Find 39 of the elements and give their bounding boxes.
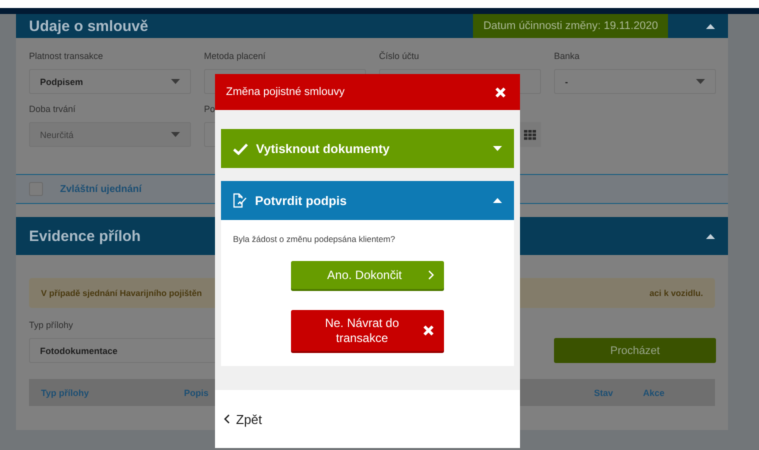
check-icon (233, 142, 248, 154)
column-header: Typ přílohy (41, 388, 90, 398)
chevron-right-icon (428, 270, 434, 280)
caret-icon[interactable] (493, 146, 502, 151)
checkbox-label: Zvláštní ujednání (60, 184, 142, 194)
effective-date-badge: Datum účinnosti změny: 19.11.2020 (473, 14, 668, 38)
accordion-header[interactable]: Vytisknout dokumenty (221, 129, 514, 168)
confirm-button[interactable]: Ano. Dokončit (291, 261, 444, 289)
notice-text: V případě sjednání Havarijního pojištěn (41, 288, 202, 298)
close-icon (423, 325, 434, 336)
modal-title: Změna pojistné smlouvy (226, 86, 345, 98)
cancel-button[interactable]: Ne. Návrat do transakce (291, 310, 444, 351)
field-label: Doba trvání (29, 104, 76, 116)
column-header: Stav (594, 388, 614, 398)
section-title: Udaje o smlouvě (29, 18, 148, 34)
field-label: Číslo účtu (379, 51, 420, 63)
keypad-button[interactable] (519, 122, 541, 147)
field-label: Metoda placení (204, 51, 266, 63)
section-title: Evidence příloh (29, 228, 141, 244)
question-text: Byla žádost o změnu podepsána klientem? (233, 234, 396, 244)
field-label: Banka (554, 51, 580, 63)
column-header: Akce (643, 388, 666, 398)
close-icon[interactable] (495, 86, 506, 98)
select-field[interactable]: Podpisem (29, 69, 191, 94)
select-field[interactable]: - (554, 69, 716, 94)
field-label: Platnost transakce (29, 51, 104, 63)
field-label: Typ přílohy (29, 320, 74, 332)
chevron-left-icon (224, 414, 230, 424)
field-label: Po (204, 104, 216, 116)
caret-icon[interactable] (706, 234, 715, 238)
column-header: Popis (184, 388, 210, 398)
browse-button[interactable]: Procházet (554, 338, 716, 363)
accordion-header[interactable]: Potvrdit podpis (221, 181, 514, 220)
document-signature-icon (233, 193, 247, 208)
caret-icon[interactable] (493, 198, 502, 203)
grid-icon (524, 130, 536, 140)
back-button[interactable]: Zpět (224, 412, 262, 426)
notice-text: aci k vozidlu. (650, 288, 703, 298)
caret-icon[interactable] (706, 24, 715, 28)
